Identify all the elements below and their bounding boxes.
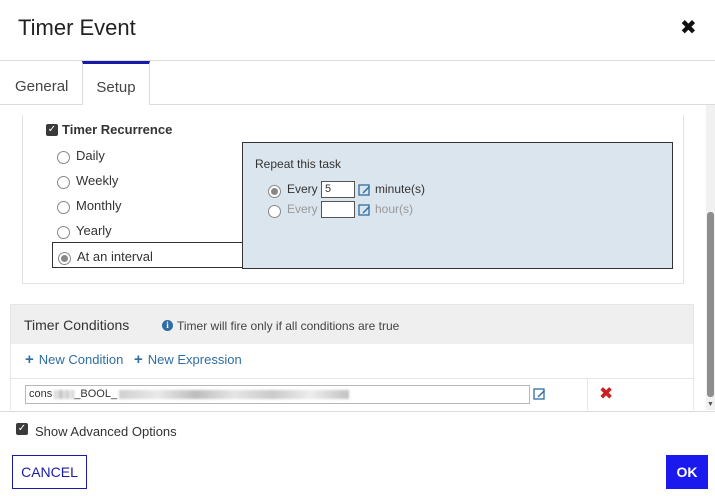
condition-expression-input[interactable]: cons _BOOL_ — [25, 385, 530, 404]
radio-monthly[interactable] — [57, 201, 70, 214]
radio-weekly-label: Weekly — [76, 173, 119, 188]
timer-recurrence-label: Timer Recurrence — [62, 122, 173, 137]
redacted-text — [119, 389, 350, 399]
plus-icon: + — [134, 351, 143, 368]
show-advanced-label: Show Advanced Options — [35, 424, 177, 439]
new-expression-label: New Expression — [147, 352, 242, 367]
timer-conditions-note: Timer will fire only if all conditions a… — [177, 319, 400, 333]
minutes-input[interactable]: 5 — [321, 181, 355, 198]
edit-icon[interactable] — [358, 183, 371, 196]
minutes-unit-label: minute(s) — [375, 182, 426, 196]
radio-daily-label: Daily — [76, 148, 105, 163]
info-icon: i — [162, 320, 173, 331]
timer-conditions-panel: Timer Conditions i Timer will fire only … — [10, 304, 694, 410]
ok-button[interactable]: OK — [666, 455, 708, 489]
setup-content: ✓ Timer Recurrence Daily Weekly Monthly … — [0, 105, 706, 410]
tab-general[interactable]: General — [15, 61, 68, 104]
column-divider — [587, 379, 588, 410]
scrollbar-thumb[interactable] — [707, 212, 714, 397]
radio-weekly[interactable] — [57, 176, 70, 189]
dialog-header: Timer Event ✖ — [0, 0, 715, 61]
show-advanced-checkbox[interactable]: ✓ — [16, 423, 28, 435]
edit-icon[interactable] — [533, 387, 546, 400]
radio-yearly-label: Yearly — [76, 223, 112, 238]
dialog-title: Timer Event — [18, 15, 136, 40]
tab-setup[interactable]: Setup — [82, 61, 150, 105]
new-condition-label: New Condition — [38, 352, 124, 367]
repeat-task-title: Repeat this task — [255, 157, 342, 171]
hours-input[interactable] — [321, 201, 355, 218]
delete-icon[interactable]: ✖ — [599, 385, 613, 402]
radio-at-an-interval[interactable] — [58, 252, 71, 265]
radio-monthly-label: Monthly — [76, 198, 122, 213]
hours-unit-label: hour(s) — [375, 202, 414, 216]
edit-icon[interactable] — [358, 203, 371, 216]
radio-at-an-interval-label: At an interval — [77, 249, 153, 264]
timer-conditions-header: Timer Conditions i Timer will fire only … — [11, 305, 693, 344]
cancel-button[interactable]: CANCEL — [12, 455, 87, 489]
new-condition-button[interactable]: + New Condition — [25, 351, 123, 368]
radio-daily[interactable] — [57, 151, 70, 164]
row-divider — [11, 378, 693, 379]
plus-icon: + — [25, 351, 34, 368]
radio-every-hours[interactable] — [268, 205, 281, 218]
redacted-text — [54, 389, 75, 399]
new-expression-button[interactable]: + New Expression — [134, 351, 242, 368]
repeat-task-panel: Repeat this task Every 5 minute(s) Every… — [242, 142, 673, 269]
tab-bar: General Setup — [0, 61, 715, 105]
timer-conditions-title: Timer Conditions — [24, 317, 130, 333]
expression-mid: _BOOL_ — [74, 388, 118, 400]
close-icon[interactable]: ✖ — [680, 17, 700, 39]
timer-recurrence-checkbox[interactable]: ✓ — [46, 124, 58, 136]
scroll-down-icon[interactable]: ▼ — [707, 401, 714, 408]
dialog-footer: ✓ Show Advanced Options CANCEL OK — [0, 411, 715, 496]
expression-prefix: cons — [29, 388, 53, 400]
every-hours-label: Every — [287, 202, 318, 216]
radio-every-minutes[interactable] — [268, 185, 281, 198]
radio-yearly[interactable] — [57, 226, 70, 239]
every-minutes-label: Every — [287, 182, 318, 196]
